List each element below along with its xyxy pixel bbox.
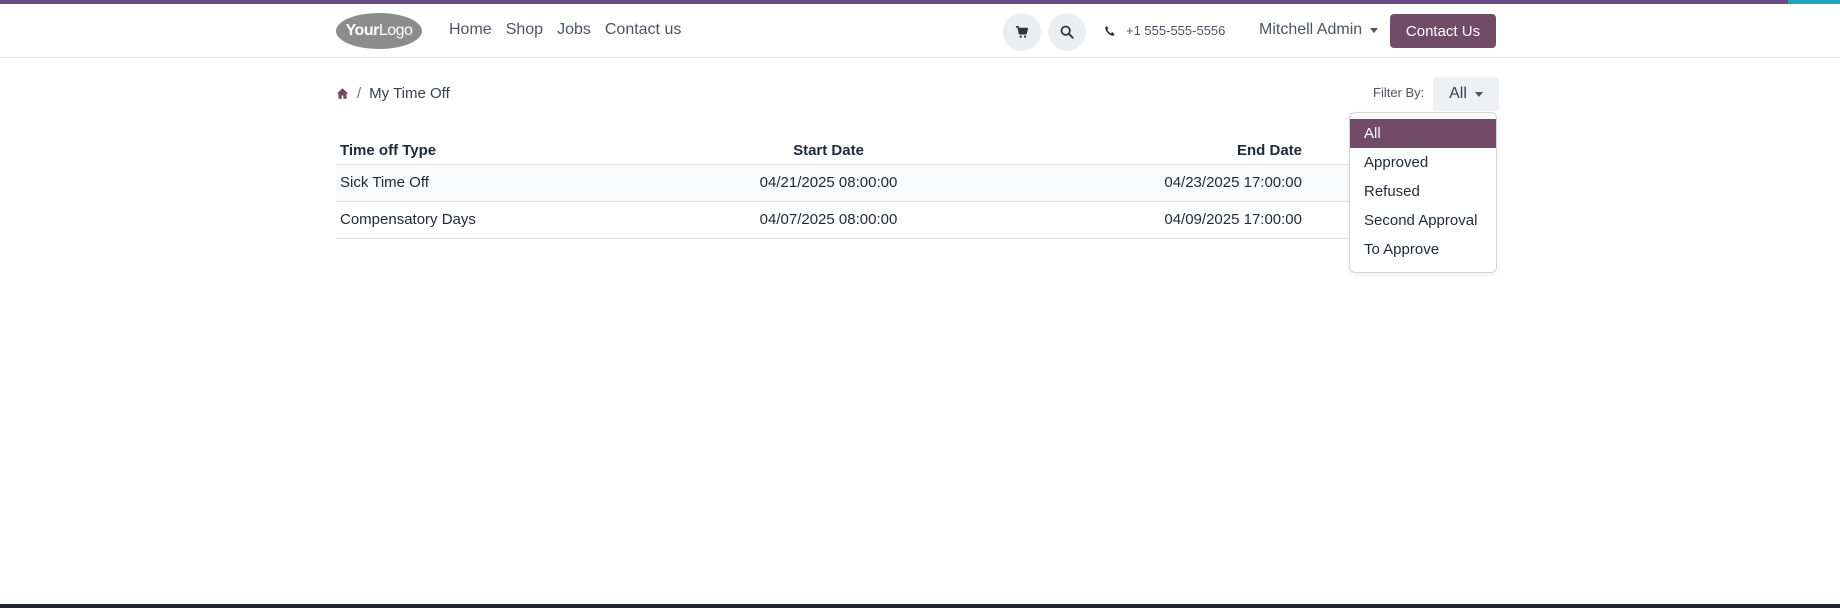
filter-option-second-approval[interactable]: Second Approval [1350, 206, 1496, 235]
time-off-table: Time off Type Start Date End Date Sick T… [336, 138, 1496, 239]
table-header-row: Time off Type Start Date End Date [336, 138, 1496, 164]
table-row[interactable]: Compensatory Days 04/07/2025 08:00:00 04… [336, 201, 1496, 238]
cell-start-date: 04/21/2025 08:00:00 [759, 174, 898, 191]
filter-dropdown-toggle[interactable]: All [1433, 77, 1499, 111]
breadcrumb-current: My Time Off [369, 85, 450, 102]
breadcrumb-separator: / [357, 85, 362, 102]
cell-time-off-type: Sick Time Off [340, 174, 429, 191]
header-end-date[interactable]: End Date [921, 138, 1306, 164]
bottom-bar [0, 604, 1840, 608]
filter-label: Filter By: [1373, 85, 1425, 100]
filter-option-all[interactable]: All [1350, 119, 1496, 148]
filter-dropdown-menu: All Approved Refused Second Approval To … [1349, 112, 1497, 273]
filter-option-to-approve[interactable]: To Approve [1350, 235, 1496, 264]
main-content: / My Time Off Filter By: All Time off Ty… [336, 0, 1499, 604]
home-icon[interactable] [336, 87, 349, 100]
cell-end-date: 04/09/2025 17:00:00 [1164, 211, 1302, 228]
cell-end-date: 04/23/2025 17:00:00 [1164, 174, 1302, 191]
chevron-down-icon [1474, 91, 1483, 97]
table-row[interactable]: Sick Time Off 04/21/2025 08:00:00 04/23/… [336, 164, 1496, 201]
filter-selected-value: All [1449, 85, 1467, 102]
header-time-off-type[interactable]: Time off Type [336, 138, 736, 164]
cell-start-date: 04/07/2025 08:00:00 [759, 211, 898, 228]
header-start-date[interactable]: Start Date [736, 138, 921, 164]
filter-option-approved[interactable]: Approved [1350, 148, 1496, 177]
breadcrumb: / My Time Off [336, 85, 450, 102]
filter-option-refused[interactable]: Refused [1350, 177, 1496, 206]
cell-time-off-type: Compensatory Days [340, 211, 476, 228]
